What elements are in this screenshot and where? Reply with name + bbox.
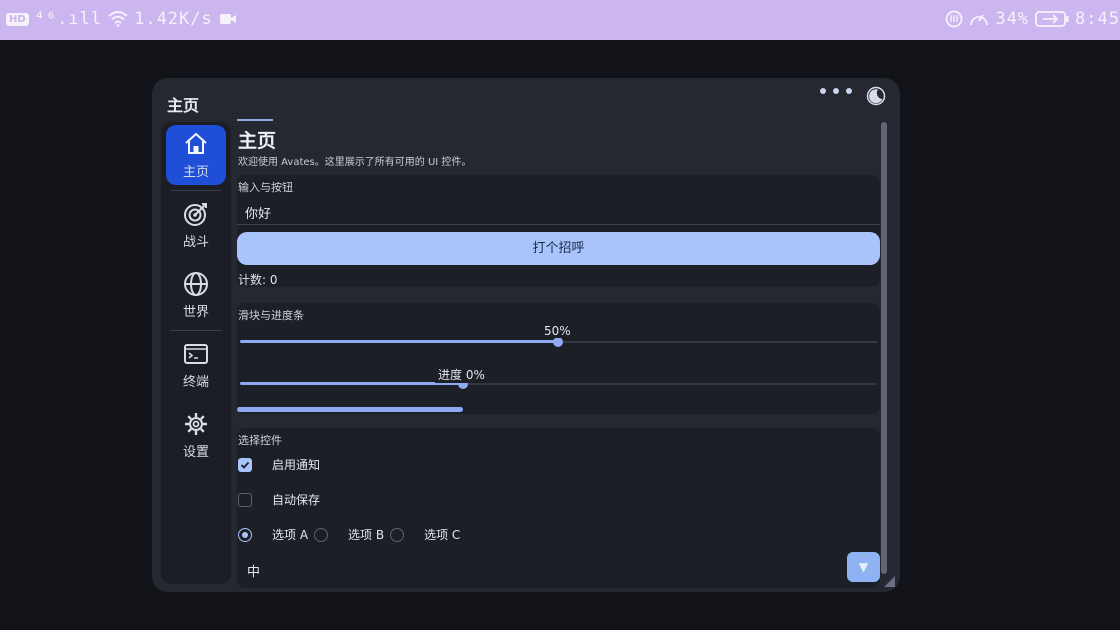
input-button-card: 输入与按钮 你好 [237, 175, 880, 287]
combo-value: 中 [247, 565, 261, 580]
slider-track [240, 340, 557, 343]
more-options-icon[interactable] [820, 88, 852, 94]
greet-button[interactable]: 打个招呼 [237, 232, 880, 265]
nav-label: 终端 [182, 374, 209, 390]
battery-percent: 34% [995, 9, 1030, 29]
main-content: 主页 欢迎使用 Avates。这里展示了所有可用的 UI 控件。 输入与按钮 你… [237, 119, 880, 588]
title-bar: 主页 [152, 78, 900, 118]
radio-group: 选项 A 选项 B 选项 C [238, 526, 466, 543]
nav-item-battle[interactable]: 战斗 [166, 195, 226, 255]
nav-label: 主页 [182, 164, 209, 180]
radio-label: 选项 A [272, 528, 309, 542]
progress-slider-track [240, 382, 462, 385]
slider-progress-card: 滑块与进度条 50% 进度 0% [237, 303, 880, 414]
counter-label: 计数: 0 [238, 273, 278, 287]
radio-label: 选项 B [348, 528, 385, 542]
dropdown-arrow-icon[interactable]: ▼ [847, 552, 880, 582]
radio-option-c[interactable] [390, 527, 405, 542]
checkbox-label: 启用通知 [272, 458, 321, 472]
gear-icon [185, 412, 207, 435]
section-title: 输入与按钮 [238, 181, 293, 194]
progress-slider-rail [462, 383, 877, 385]
nav-label: 战斗 [182, 234, 209, 250]
wifi-icon [108, 11, 128, 27]
home-icon [185, 132, 207, 154]
dot [820, 88, 826, 94]
radio-option-a[interactable] [238, 527, 252, 542]
dot [846, 88, 852, 94]
hd-badge: HD [6, 12, 29, 26]
video-icon [219, 14, 236, 24]
page-description: 欢迎使用 Avates。这里展示了所有可用的 UI 控件。 [238, 157, 472, 168]
page-title: 主页 [238, 130, 277, 152]
check-icon [240, 461, 250, 469]
signal-icon: ⁴⁶.ıll [34, 9, 103, 29]
alarm-icon [945, 10, 963, 28]
slider-handle[interactable] [553, 337, 563, 347]
text-input[interactable]: 你好 [237, 198, 880, 225]
target-icon [184, 202, 207, 226]
nav-item-world[interactable]: 世界 [166, 265, 226, 325]
divider [170, 190, 222, 191]
scrollbar[interactable] [881, 122, 887, 574]
radio-option-b[interactable] [314, 527, 329, 542]
nav-item-settings[interactable]: 设置 [166, 405, 226, 465]
dark-mode-icon[interactable] [866, 86, 886, 106]
window-title: 主页 [167, 96, 200, 115]
status-bar: HD ⁴⁶.ıll 1.42K/s 34% 8:45 [0, 0, 1120, 40]
speedometer-icon [970, 14, 989, 26]
slider-value-label: 50% [541, 324, 574, 338]
nav-item-terminal[interactable]: 终端 [166, 335, 226, 395]
terminal-icon [184, 343, 208, 364]
navigation-rail: 主页 战斗 世界 终端 设置 [161, 122, 231, 584]
checkbox-autosave[interactable]: 自动保存 [238, 491, 320, 508]
nav-label: 设置 [182, 444, 209, 460]
globe-icon [184, 271, 208, 296]
divider [170, 330, 222, 331]
page-tab-indicator [237, 119, 273, 121]
nav-item-home[interactable]: 主页 [166, 125, 226, 185]
progress-bar [237, 407, 463, 412]
checkbox-notifications[interactable]: 启用通知 [238, 456, 320, 473]
radio-label: 选项 C [424, 528, 461, 542]
clock: 8:45 [1075, 9, 1120, 29]
input-value: 你好 [245, 207, 272, 222]
dot [833, 88, 839, 94]
checkbox[interactable] [238, 457, 252, 472]
battery-icon [1035, 11, 1069, 27]
section-title: 选择控件 [238, 434, 282, 447]
net-speed: 1.42K/s [134, 9, 213, 29]
resize-grip-icon[interactable] [882, 574, 896, 588]
selection-card: 选择控件 启用通知 自动保存 选项 A 选项 B 选项 C 中 ▼ [237, 428, 880, 588]
progress-value-label: 进度 0% [435, 366, 488, 383]
checkbox[interactable] [238, 492, 252, 507]
checkbox-label: 自动保存 [272, 493, 321, 507]
combo-box[interactable]: 中 ▼ [237, 552, 880, 582]
nav-label: 世界 [182, 304, 209, 320]
app-window: 主页 主页 战斗 世界 终端 设置 主页 欢迎使用 Avates。这里展示了所有… [152, 78, 900, 592]
section-title: 滑块与进度条 [238, 309, 304, 322]
slider-rail [557, 341, 877, 343]
